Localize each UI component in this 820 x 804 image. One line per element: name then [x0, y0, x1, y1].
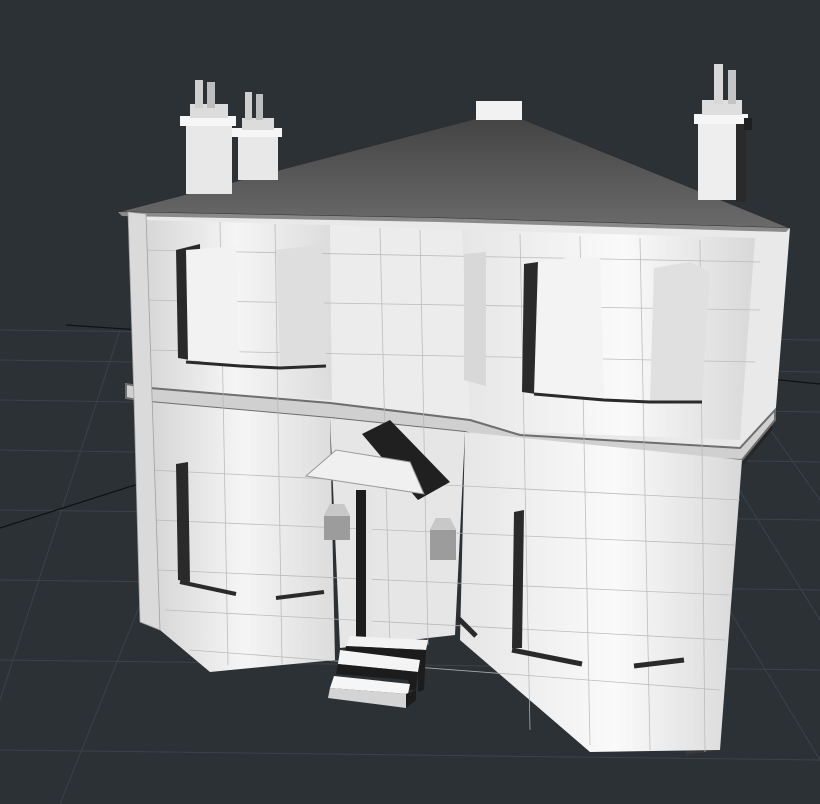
door[interactable] [356, 490, 366, 640]
door-frame [366, 490, 372, 640]
right-lower-bay [460, 432, 742, 752]
left-chimney-stack [180, 80, 282, 194]
3d-viewport[interactable] [0, 0, 820, 804]
roof-ridge-cap [476, 101, 522, 120]
right-upper-bay [462, 230, 755, 440]
viewport-canvas[interactable] [0, 0, 820, 804]
right-chimney-stack [694, 64, 752, 202]
house-model[interactable] [117, 64, 791, 755]
